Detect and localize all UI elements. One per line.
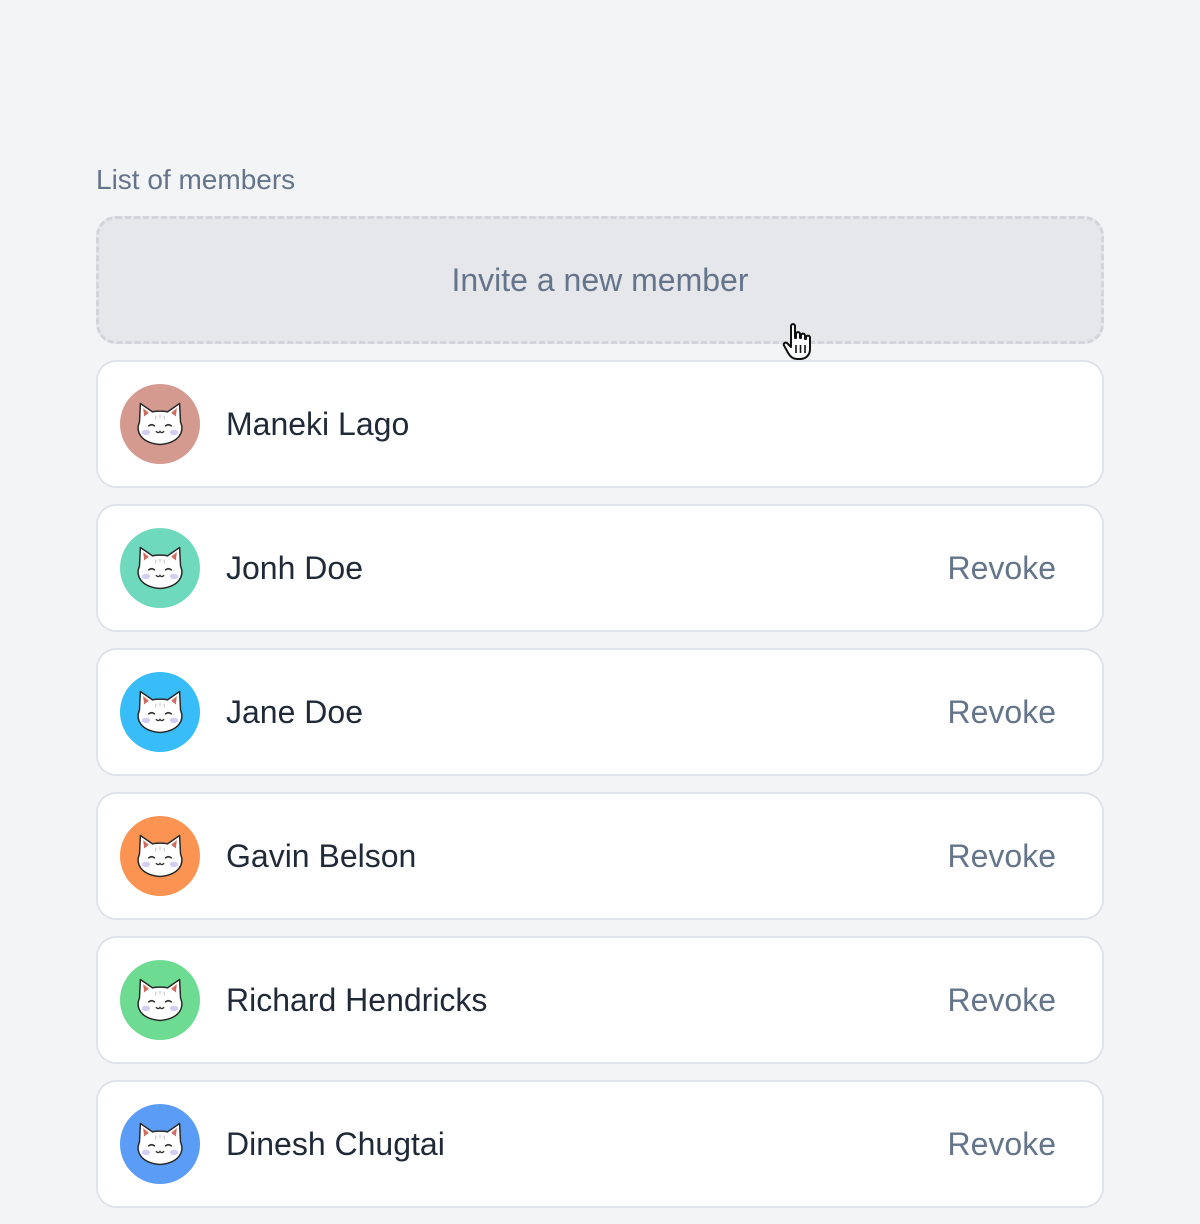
member-name: Jonh Doe xyxy=(226,549,363,586)
member-row: Gavin Belson Revoke xyxy=(96,792,1104,920)
cat-face-icon xyxy=(137,1122,183,1166)
member-row: Dinesh Chugtai Revoke xyxy=(96,1080,1104,1208)
member-name: Gavin Belson xyxy=(226,837,417,874)
revoke-button[interactable]: Revoke xyxy=(948,694,1057,731)
avatar xyxy=(120,1104,200,1184)
cat-face-icon xyxy=(137,546,183,590)
cat-face-icon xyxy=(137,978,183,1022)
member-name: Dinesh Chugtai xyxy=(226,1125,445,1162)
member-name: Jane Doe xyxy=(226,693,363,730)
member-row: Jane Doe Revoke xyxy=(96,648,1104,776)
cat-face-icon xyxy=(137,402,183,446)
member-name: Maneki Lago xyxy=(226,405,410,442)
pointer-hand-icon xyxy=(782,323,811,360)
revoke-button[interactable]: Revoke xyxy=(948,838,1057,875)
member-row: Maneki Lago xyxy=(96,360,1104,488)
avatar xyxy=(120,672,200,752)
revoke-button[interactable]: Revoke xyxy=(948,550,1057,587)
member-name: Richard Hendricks xyxy=(226,981,488,1018)
avatar xyxy=(120,960,200,1040)
section-label: List of members xyxy=(96,164,296,195)
members-list: Maneki Lago Jonh Doe Revoke Jane Doe Rev… xyxy=(96,360,1104,1224)
avatar xyxy=(120,528,200,608)
cat-face-icon xyxy=(137,690,183,734)
revoke-button[interactable]: Revoke xyxy=(948,982,1057,1019)
revoke-button[interactable]: Revoke xyxy=(948,1126,1057,1163)
avatar xyxy=(120,816,200,896)
member-row: Jonh Doe Revoke xyxy=(96,504,1104,632)
invite-member-button[interactable]: Invite a new member xyxy=(96,216,1104,344)
member-row: Richard Hendricks Revoke xyxy=(96,936,1104,1064)
cat-face-icon xyxy=(137,834,183,878)
avatar xyxy=(120,384,200,464)
